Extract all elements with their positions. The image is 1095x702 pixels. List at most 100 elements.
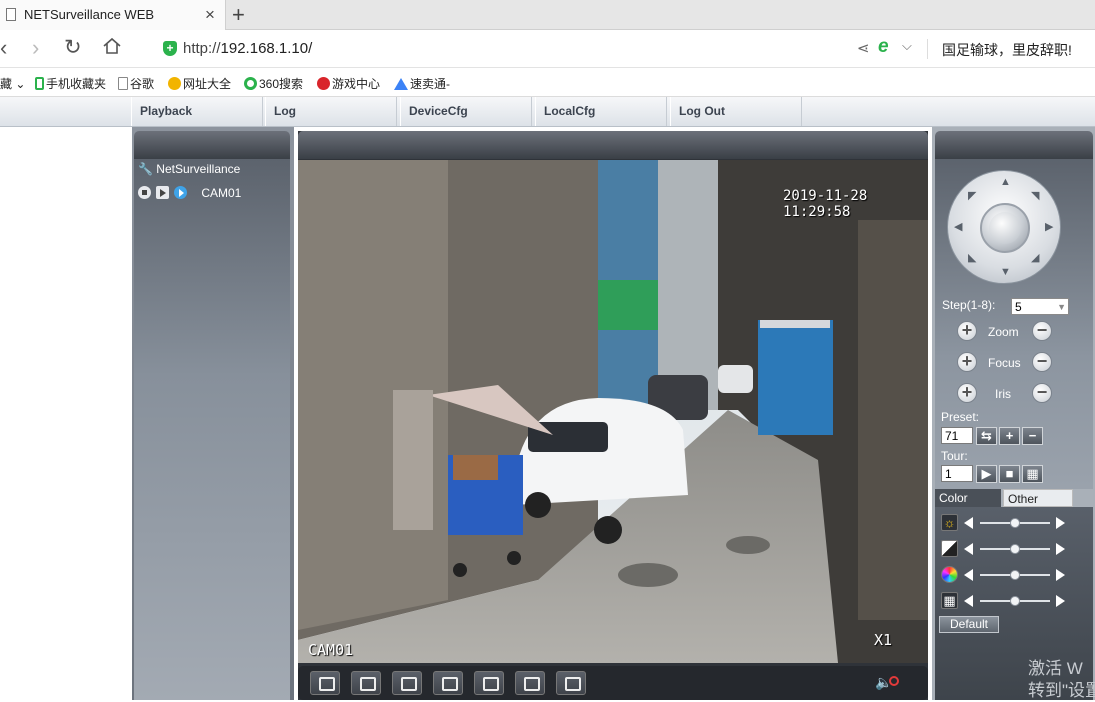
close-all-cameras-button[interactable] (556, 671, 586, 695)
step-label: Step(1-8): (942, 298, 996, 312)
tour-grid-button[interactable]: ▦ (1022, 465, 1043, 483)
bookmark-label: 谷歌 (130, 77, 155, 91)
video-timestamp: 2019-11-28 11:29:58 (783, 188, 868, 220)
bookmark-item[interactable]: 游戏中心 (317, 75, 380, 92)
search360-icon (244, 77, 257, 90)
iris-open-button[interactable]: + (957, 383, 977, 403)
start-record-button[interactable] (392, 671, 422, 695)
contrast-icon (941, 540, 958, 557)
fullscreen-button[interactable] (310, 671, 340, 695)
bookmark-item[interactable]: 360搜索 (244, 75, 303, 92)
menu-logout[interactable]: Log Out (670, 97, 802, 126)
hue-slider[interactable] (1010, 596, 1020, 606)
saturation-increase-button[interactable] (1056, 569, 1065, 581)
brightness-slider[interactable] (1010, 518, 1020, 528)
device-tree-root[interactable]: 🔧 NetSurveillance (138, 162, 240, 176)
bookmark-item[interactable]: 手机收藏夹 (35, 75, 106, 92)
refresh-icon[interactable]: ↻ (64, 36, 82, 60)
security-shield-icon: + (163, 41, 177, 56)
default-button[interactable]: Default (939, 616, 999, 633)
arrow-right-icon[interactable]: ▶ (1045, 222, 1053, 233)
menu-playback[interactable]: Playback (131, 97, 263, 126)
arrow-up-icon[interactable]: ▲ (1000, 177, 1011, 188)
arrow-up-left-icon[interactable]: ◤ (968, 191, 976, 202)
saturation-decrease-button[interactable] (964, 569, 973, 581)
snapshot-button[interactable] (474, 671, 504, 695)
watermark-line-2: 转到"设置 (1028, 681, 1095, 700)
preset-input[interactable]: 71 (941, 427, 973, 444)
stop-icon[interactable] (138, 186, 151, 199)
tour-stop-button[interactable]: ■ (999, 465, 1020, 483)
contrast-increase-button[interactable] (1056, 543, 1065, 555)
device-tree-root-label: NetSurveillance (156, 162, 241, 176)
zoom-label: Zoom (988, 325, 1019, 339)
ptz-direction-pad[interactable]: ▲ ▼ ◀ ▶ ◤ ◥ ◣ ◢ (947, 170, 1061, 284)
arrow-down-right-icon[interactable]: ◢ (1031, 253, 1039, 264)
bookmark-label: 手机收藏夹 (46, 77, 107, 91)
delete-preset-button[interactable]: − (1022, 427, 1043, 445)
play-icon[interactable] (156, 186, 169, 199)
chevron-down-icon[interactable]: ⌵ (902, 38, 912, 54)
menu-localcfg[interactable]: LocalCfg (535, 97, 667, 126)
news-ticker[interactable]: 国足输球，里皮辞职! (942, 40, 1072, 60)
brightness-increase-button[interactable] (1056, 517, 1065, 529)
address-bar[interactable]: http://192.168.1.10/ (183, 40, 312, 57)
forward-icon[interactable]: › (32, 36, 39, 60)
hue-increase-button[interactable] (1056, 595, 1065, 607)
stop-record-button[interactable] (433, 671, 463, 695)
preset-label: Preset: (941, 410, 980, 424)
browser-nav-bar: ‹ › ↻ + http://192.168.1.10/ ⋖ e ⌵ 国足输球，… (0, 30, 1095, 68)
camera-row[interactable]: CAM01 (138, 186, 241, 200)
record-icon[interactable] (174, 186, 187, 199)
control-panel-header (935, 131, 1093, 159)
bookmark-item[interactable]: 网址大全 (168, 75, 231, 92)
close-tab-icon[interactable]: × (205, 5, 215, 25)
arrow-down-left-icon[interactable]: ◣ (968, 253, 976, 264)
tour-label: Tour: (941, 449, 968, 463)
phone-icon (35, 77, 44, 90)
new-tab-button[interactable]: + (232, 2, 245, 28)
saturation-slider[interactable] (1010, 570, 1020, 580)
arrow-down-icon[interactable]: ▼ (1000, 267, 1011, 278)
page-icon (118, 77, 128, 90)
goto-preset-button[interactable]: ⇆ (976, 427, 997, 445)
focus-out-button[interactable]: − (1032, 352, 1052, 372)
tab-color[interactable]: Color (935, 489, 1001, 507)
tour-input[interactable]: 1 (941, 465, 973, 482)
iris-close-button[interactable]: − (1032, 383, 1052, 403)
menu-devicecfg[interactable]: DeviceCfg (400, 97, 532, 126)
smiley-icon (168, 77, 181, 90)
video-channel-label: CAM01 (308, 641, 354, 659)
bookmark-label: 游戏中心 (332, 77, 381, 91)
arrow-left-icon[interactable]: ◀ (954, 222, 962, 233)
mute-icon[interactable] (889, 676, 899, 686)
open-all-cameras-button[interactable] (515, 671, 545, 695)
hue-decrease-button[interactable] (964, 595, 973, 607)
brightness-icon: ☼ (941, 514, 958, 531)
ptz-center-button[interactable] (980, 203, 1030, 253)
add-preset-button[interactable]: + (999, 427, 1020, 445)
focus-in-button[interactable]: + (957, 352, 977, 372)
back-icon[interactable]: ‹ (0, 36, 7, 60)
browser-tab[interactable]: NETSurveillance WEB × (0, 0, 226, 30)
contrast-slider[interactable] (1010, 544, 1020, 554)
bookmark-item[interactable]: 谷歌 (118, 75, 154, 92)
contrast-decrease-button[interactable] (964, 543, 973, 555)
live-video-feed[interactable]: 2019-11-28 11:29:58 CAM01 X1 (298, 160, 928, 663)
zoom-out-button[interactable]: − (1032, 321, 1052, 341)
brightness-decrease-button[interactable] (964, 517, 973, 529)
bookmark-item[interactable]: 藏 ⌄ (0, 75, 25, 92)
page-icon (6, 8, 16, 21)
zoom-in-button[interactable]: + (957, 321, 977, 341)
tab-other[interactable]: Other (1003, 489, 1073, 507)
browser-engine-icon[interactable]: e (878, 36, 889, 58)
share-icon[interactable]: ⋖ (857, 39, 870, 57)
bookmark-item[interactable]: 速卖通- (394, 75, 450, 92)
step-select[interactable]: 5 ▼ (1011, 298, 1069, 315)
home-icon[interactable] (102, 36, 122, 61)
menu-log[interactable]: Log (265, 97, 397, 126)
video-panel-header (298, 131, 928, 159)
tour-start-button[interactable]: ▶ (976, 465, 997, 483)
arrow-up-right-icon[interactable]: ◥ (1031, 191, 1039, 202)
single-view-button[interactable] (351, 671, 381, 695)
